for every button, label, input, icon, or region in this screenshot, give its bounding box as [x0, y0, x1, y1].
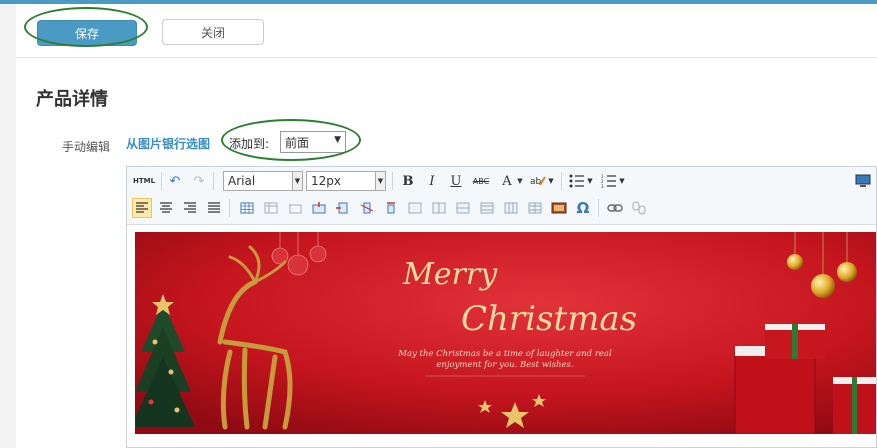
font-color-button[interactable]: A [497, 171, 517, 191]
toolbar-separator [213, 172, 214, 190]
caret-down-icon: ▼ [292, 172, 302, 190]
font-family-value: Arial [228, 174, 256, 188]
svg-text:+: + [288, 203, 292, 209]
align-center-icon[interactable] [156, 198, 176, 218]
banner-message-1: May the Christmas be a time of laughter … [397, 349, 612, 359]
editor-toolbar: HTML ↶ ↷ Arial ▼ 12px ▼ B I U ABC A ▼ ab… [127, 167, 876, 225]
numbered-list-icon[interactable]: 123 [599, 171, 619, 191]
delete-column-icon[interactable] [357, 198, 377, 218]
delete-row-icon[interactable] [381, 198, 401, 218]
align-justify-icon[interactable] [204, 198, 224, 218]
caret-down-icon[interactable]: ▼ [617, 171, 627, 191]
banner-headline-1: Merry [402, 257, 498, 292]
strikethrough-button[interactable]: ABC [470, 171, 492, 191]
unlink-icon[interactable] [629, 198, 649, 218]
redo-icon[interactable]: ↷ [189, 171, 209, 191]
insert-row-above-icon[interactable] [309, 198, 329, 218]
fullscreen-monitor-icon[interactable] [853, 171, 873, 191]
rich-text-editor: HTML ↶ ↷ Arial ▼ 12px ▼ B I U ABC A ▼ ab… [126, 166, 877, 448]
toolbar-separator [561, 172, 562, 190]
christmas-banner-image: Merry Christmas May the Christmas be a t… [135, 232, 876, 434]
split-vertical-icon[interactable] [525, 198, 545, 218]
html-source-button[interactable]: HTML [131, 171, 157, 191]
close-button[interactable]: 关闭 [162, 19, 264, 45]
insert-image-icon[interactable] [549, 198, 569, 218]
align-left-icon[interactable] [132, 198, 152, 218]
pick-from-image-bank-link[interactable]: 从图片银行选图 [126, 135, 210, 152]
svg-text:ab: ab [530, 177, 542, 187]
save-highlight-ring [24, 7, 148, 47]
caret-down-icon: ▼ [375, 172, 385, 190]
banner-message-2: enjoyment for you. Best wishes. [436, 360, 573, 370]
caret-down-icon[interactable]: ▼ [515, 171, 525, 191]
caret-down-icon[interactable]: ▼ [585, 171, 595, 191]
bold-button[interactable]: B [398, 171, 418, 191]
editor-field-label: 手动编辑 [62, 140, 111, 154]
split-horizontal-icon[interactable] [501, 198, 521, 218]
underline-button[interactable]: U [446, 171, 466, 191]
toolbar-separator [392, 172, 393, 190]
caret-down-icon[interactable]: ▼ [546, 171, 556, 191]
left-gutter [0, 4, 16, 448]
font-size-value: 12px [311, 174, 341, 188]
toolbar-separator [598, 199, 599, 217]
add-to-highlight-ring [221, 119, 361, 161]
table-properties-icon[interactable] [261, 198, 281, 218]
italic-button[interactable]: I [422, 171, 442, 191]
banner-headline-2: Christmas [461, 299, 637, 339]
svg-text:3: 3 [601, 184, 604, 188]
toolbar-separator [161, 172, 162, 190]
highlight-color-icon[interactable]: ab [528, 171, 548, 191]
align-right-icon[interactable] [180, 198, 200, 218]
merge-right-icon[interactable] [453, 198, 473, 218]
font-family-select[interactable]: Arial ▼ [223, 171, 303, 191]
bullet-list-icon[interactable] [567, 171, 587, 191]
page-title: 产品详情 [36, 89, 108, 110]
insert-column-icon[interactable] [333, 198, 353, 218]
insert-table-icon[interactable] [237, 198, 257, 218]
merge-down-icon[interactable] [477, 198, 497, 218]
merge-cells-icon[interactable] [405, 198, 425, 218]
link-icon[interactable] [605, 198, 625, 218]
special-char-icon[interactable]: Ω [573, 198, 593, 218]
undo-icon[interactable]: ↶ [165, 171, 185, 191]
insert-row-icon[interactable]: + [285, 198, 305, 218]
editor-content-area[interactable]: Merry Christmas May the Christmas be a t… [127, 225, 876, 447]
split-cells-icon[interactable] [429, 198, 449, 218]
font-size-select[interactable]: 12px ▼ [306, 171, 386, 191]
toolbar-separator [229, 199, 230, 217]
